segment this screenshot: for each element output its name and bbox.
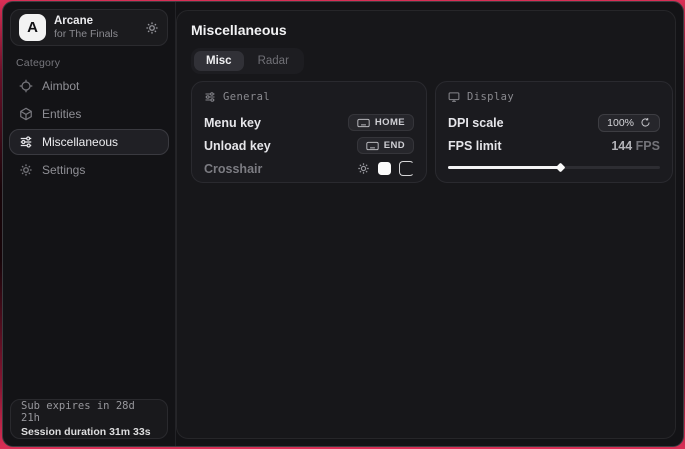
- menu-key-value: HOME: [375, 117, 405, 128]
- fps-limit-slider[interactable]: [448, 163, 660, 172]
- sliders-icon: [204, 91, 216, 103]
- brand-card: A Arcane for The Finals: [10, 9, 168, 46]
- unload-key-row: Unload key END: [204, 134, 414, 157]
- app-window: A Arcane for The Finals Category: [2, 1, 684, 447]
- fps-slider-fill: [448, 166, 560, 169]
- unload-key-bind-button[interactable]: END: [357, 137, 414, 154]
- gear-icon[interactable]: [145, 21, 159, 35]
- sidebar-nav: Aimbot Entities: [9, 73, 169, 185]
- unload-key-value: END: [384, 140, 405, 151]
- menu-key-bind-button[interactable]: HOME: [348, 114, 414, 131]
- general-card: General Menu key HOME Unload key: [191, 81, 427, 183]
- keyboard-icon: [357, 118, 370, 128]
- category-label: Category: [16, 57, 60, 69]
- slider-thumb[interactable]: [556, 163, 566, 173]
- tab-bar: Misc Radar: [191, 48, 304, 74]
- session-duration-text: Session duration 31m 33s: [21, 426, 157, 438]
- gear-icon: [19, 163, 33, 177]
- app-title: Arcane: [54, 15, 137, 28]
- display-card-title: Display: [467, 91, 514, 103]
- dpi-scale-button[interactable]: 100%: [598, 114, 660, 132]
- menu-key-row: Menu key HOME: [204, 111, 414, 134]
- fps-limit-value: 144 FPS: [611, 139, 660, 153]
- general-card-header: General: [204, 91, 414, 103]
- sidebar-item-settings[interactable]: Settings: [9, 157, 169, 183]
- crosshair-color-swatch[interactable]: [378, 162, 391, 175]
- display-card-header: Display: [448, 91, 660, 103]
- sidebar-item-entities[interactable]: Entities: [9, 101, 169, 127]
- keyboard-icon: [366, 141, 379, 151]
- monitor-icon: [448, 91, 460, 103]
- crosshair-icon: [19, 79, 33, 93]
- crosshair-label: Crosshair: [204, 162, 262, 176]
- tab-radar[interactable]: Radar: [246, 51, 301, 71]
- fps-limit-label: FPS limit: [448, 139, 501, 153]
- fps-limit-row: FPS limit 144 FPS: [448, 134, 660, 157]
- cube-icon: [19, 107, 33, 121]
- sidebar-item-label: Aimbot: [42, 79, 79, 93]
- sidebar-item-label: Entities: [42, 107, 81, 121]
- app-subtitle: for The Finals: [54, 28, 137, 40]
- sidebar-item-label: Settings: [42, 163, 85, 177]
- tab-misc[interactable]: Misc: [194, 51, 244, 71]
- fps-unit: FPS: [632, 139, 660, 153]
- sliders-icon: [19, 135, 33, 149]
- sidebar: A Arcane for The Finals Category: [3, 2, 176, 446]
- dpi-scale-value: 100%: [607, 117, 634, 129]
- fps-number: 144: [611, 139, 632, 153]
- dpi-scale-row: DPI scale 100%: [448, 111, 660, 134]
- main-panel: Miscellaneous Misc Radar General Men: [176, 10, 676, 439]
- subscription-card: Sub expires in 28d 21h Session duration …: [10, 399, 168, 439]
- unload-key-label: Unload key: [204, 139, 271, 153]
- menu-key-label: Menu key: [204, 116, 261, 130]
- gear-icon[interactable]: [357, 162, 370, 175]
- sidebar-item-label: Miscellaneous: [42, 135, 118, 149]
- refresh-icon: [640, 117, 651, 128]
- dpi-scale-label: DPI scale: [448, 116, 504, 130]
- page-title: Miscellaneous: [191, 22, 287, 38]
- sidebar-item-aimbot[interactable]: Aimbot: [9, 73, 169, 99]
- crosshair-outline-swatch[interactable]: [399, 161, 414, 176]
- sub-expiry-text: Sub expires in 28d 21h: [21, 400, 157, 424]
- display-card: Display DPI scale 100% FPS limit 144 FPS: [435, 81, 673, 183]
- general-card-title: General: [223, 91, 270, 103]
- brand-text: Arcane for The Finals: [54, 15, 137, 40]
- crosshair-row: Crosshair: [204, 157, 414, 180]
- app-logo: A: [19, 14, 46, 41]
- sidebar-item-miscellaneous[interactable]: Miscellaneous: [9, 129, 169, 155]
- crosshair-controls: [357, 161, 414, 176]
